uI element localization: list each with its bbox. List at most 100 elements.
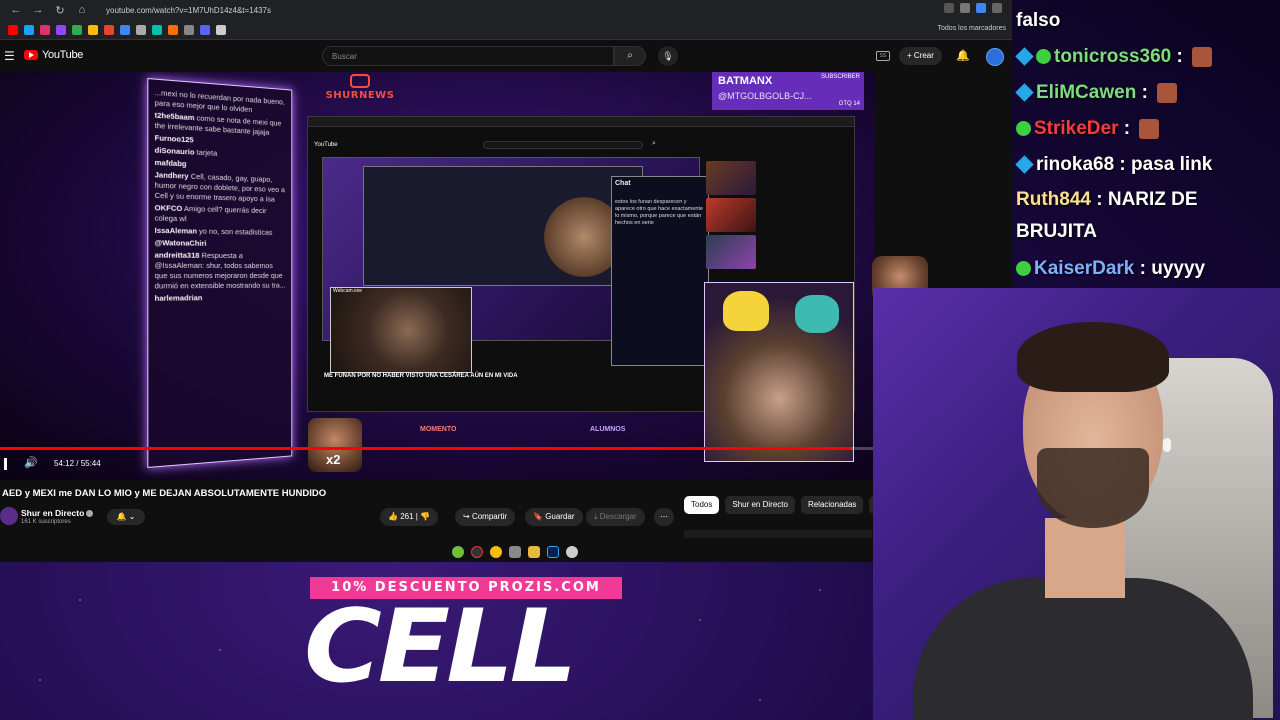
- live-chat-message: StrikeDer :: [1016, 118, 1160, 140]
- streamer-webcam: [873, 288, 1280, 720]
- reload-icon[interactable]: ↻: [54, 4, 66, 17]
- youtube-logo-text: YouTube: [42, 49, 84, 61]
- address-bar: ← → ↻ ⌂ youtube.com/watch?v=1M7UhD14z4&t…: [0, 0, 1012, 20]
- bookmark-icon[interactable]: [56, 24, 66, 35]
- photoshop-icon[interactable]: [547, 546, 559, 558]
- bookmark-icon[interactable]: [8, 24, 18, 35]
- video-player[interactable]: ...mexi no lo recuerdan por nada bueno, …: [0, 72, 875, 480]
- menu-icon[interactable]: [992, 3, 1002, 13]
- forward-icon[interactable]: →: [32, 4, 44, 16]
- bookmark-icon[interactable]: [88, 24, 98, 35]
- overlay-chat-line: @WatonaChiri: [154, 238, 207, 248]
- channel-avatar[interactable]: [0, 507, 18, 525]
- app-icon[interactable]: [452, 546, 464, 558]
- recommendation-placeholder: [684, 530, 872, 538]
- diamond-badge-icon: [1015, 47, 1034, 67]
- more-actions-button[interactable]: ⋯: [654, 508, 674, 526]
- download-button[interactable]: ⤓ Descargar: [586, 508, 645, 526]
- profile-icon[interactable]: [976, 3, 986, 13]
- browser-window: ← → ↻ ⌂ youtube.com/watch?v=1M7UhD14z4&t…: [0, 0, 1012, 562]
- bookmark-icon[interactable]: [152, 24, 162, 35]
- url-field[interactable]: youtube.com/watch?v=1M7UhD14z4&t=1437s: [106, 6, 271, 15]
- overlay-chat-line: harlemadrian: [154, 293, 203, 303]
- chat-separator: :: [1136, 82, 1154, 103]
- chat-username: EliMCawen: [1036, 82, 1137, 103]
- app-icon[interactable]: [509, 546, 521, 558]
- create-button[interactable]: + Crear: [899, 47, 942, 65]
- notifications-bell-icon[interactable]: 🔔: [956, 49, 970, 62]
- hamburger-menu-icon[interactable]: ☰: [4, 49, 15, 63]
- search-input[interactable]: Buscar: [322, 46, 614, 66]
- youtube-play-icon: [24, 50, 38, 60]
- live-chat-message: rinoka68 : pasa link: [1015, 154, 1213, 176]
- bookmark-icon[interactable]: [168, 24, 178, 35]
- bookmark-icon[interactable]: [120, 24, 130, 35]
- search-button[interactable]: ⌕: [614, 46, 646, 66]
- chip-relacionadas[interactable]: Relacionadas: [800, 496, 864, 514]
- save-button[interactable]: 🔖 Guardar: [525, 508, 583, 526]
- account-avatar[interactable]: [986, 48, 1004, 66]
- extension-icon[interactable]: [944, 3, 954, 13]
- share-button[interactable]: ↪ Compartir: [455, 508, 516, 526]
- voice-search-button[interactable]: 🎙: [658, 46, 678, 66]
- chat-emote-icon: [1192, 46, 1213, 67]
- bookmark-icon[interactable]: [216, 24, 226, 35]
- nested-video-title: ME FUNAN POR NO HABER VISTO UNA CESÁREA …: [324, 373, 518, 379]
- youtube-header: ☰ YouTube Buscar ⌕ 🎙 SS + Crear 🔔: [0, 41, 1012, 71]
- recommendation-chips: Todos Shur en Directo Relacionadas Pa: [684, 496, 894, 514]
- streamer-cam-in-video: [704, 282, 854, 462]
- shurnews-logo: SHURNEWS: [322, 74, 398, 101]
- overlay-chat-line: andreitta318 Respuesta a @IssaAleman: sh…: [154, 250, 286, 291]
- chat-message-text: pasa link: [1131, 154, 1213, 175]
- inner-chat-window: Chat estos los funan desparecen y aparec…: [611, 176, 709, 366]
- subscribed-bell-button[interactable]: 🔔 ⌄: [107, 509, 145, 525]
- back-icon[interactable]: ←: [10, 4, 22, 16]
- bookmark-icon[interactable]: [104, 24, 114, 35]
- app-icon[interactable]: [566, 546, 578, 558]
- home-icon[interactable]: ⌂: [76, 4, 88, 16]
- sub-badge-icon: [1036, 49, 1051, 65]
- chip-shur-en-directo[interactable]: Shur en Directo: [725, 496, 795, 514]
- play-box-icon: [350, 74, 370, 88]
- chat-username: rinoka68: [1036, 154, 1115, 175]
- chat-message-text: uyyyy: [1151, 258, 1206, 279]
- chip-todos[interactable]: Todos: [684, 496, 720, 514]
- chat-emote-icon: [1157, 82, 1178, 103]
- like-button[interactable]: 👍 261 | 👎: [380, 508, 439, 526]
- bookmark-icon[interactable]: [136, 24, 146, 35]
- app-icon[interactable]: [471, 546, 483, 558]
- chat-separator: :: [1134, 258, 1152, 279]
- nested-search-icon: ⌕: [652, 140, 656, 147]
- channel-name[interactable]: Shur en Directo: [21, 508, 94, 518]
- live-chat-message: EliMCawen :: [1015, 82, 1178, 104]
- cast-icon[interactable]: SS: [876, 51, 890, 61]
- video-progress-bar[interactable]: [0, 447, 875, 450]
- chrome-icon[interactable]: [490, 546, 502, 558]
- folder-icon[interactable]: [528, 546, 540, 558]
- chat-username: tonicross360: [1054, 46, 1172, 67]
- nested-search-box: [483, 141, 643, 149]
- bookmark-icon[interactable]: [40, 24, 50, 35]
- overlay-chat-card: ...mexi no lo recuerdan por nada bueno, …: [147, 77, 293, 469]
- star-icon[interactable]: [960, 3, 970, 13]
- nested-recommendations: [706, 161, 850, 273]
- microphone-icon: 🎙: [662, 51, 674, 61]
- streamer-neck: [1045, 518, 1125, 598]
- bookmark-icon[interactable]: [200, 24, 210, 35]
- sub-badge-icon: [1016, 261, 1031, 277]
- bookmark-icon[interactable]: [184, 24, 194, 35]
- subscriber-alert: BATMANX SUBSCRIBER @MTGOLBGOLB-CJ... GTQ…: [712, 72, 864, 110]
- youtube-logo[interactable]: YouTube: [24, 49, 83, 61]
- bookmark-icon[interactable]: [72, 24, 82, 35]
- chat-separator: :: [1090, 189, 1108, 210]
- pause-icon[interactable]: [4, 458, 7, 470]
- bookmark-icon[interactable]: [24, 24, 34, 35]
- list-item: [706, 198, 850, 232]
- promo-code: CELL: [304, 588, 577, 705]
- timecode: 54:12 / 55:44: [54, 459, 101, 468]
- live-chat-message: tonicross360 :: [1015, 46, 1213, 68]
- pikachu-plush: [723, 291, 769, 331]
- all-bookmarks-link[interactable]: Todos los marcadores: [938, 25, 1006, 32]
- player-controls: 🔊 54:12 / 55:44: [0, 452, 875, 476]
- volume-icon[interactable]: 🔊: [24, 456, 38, 469]
